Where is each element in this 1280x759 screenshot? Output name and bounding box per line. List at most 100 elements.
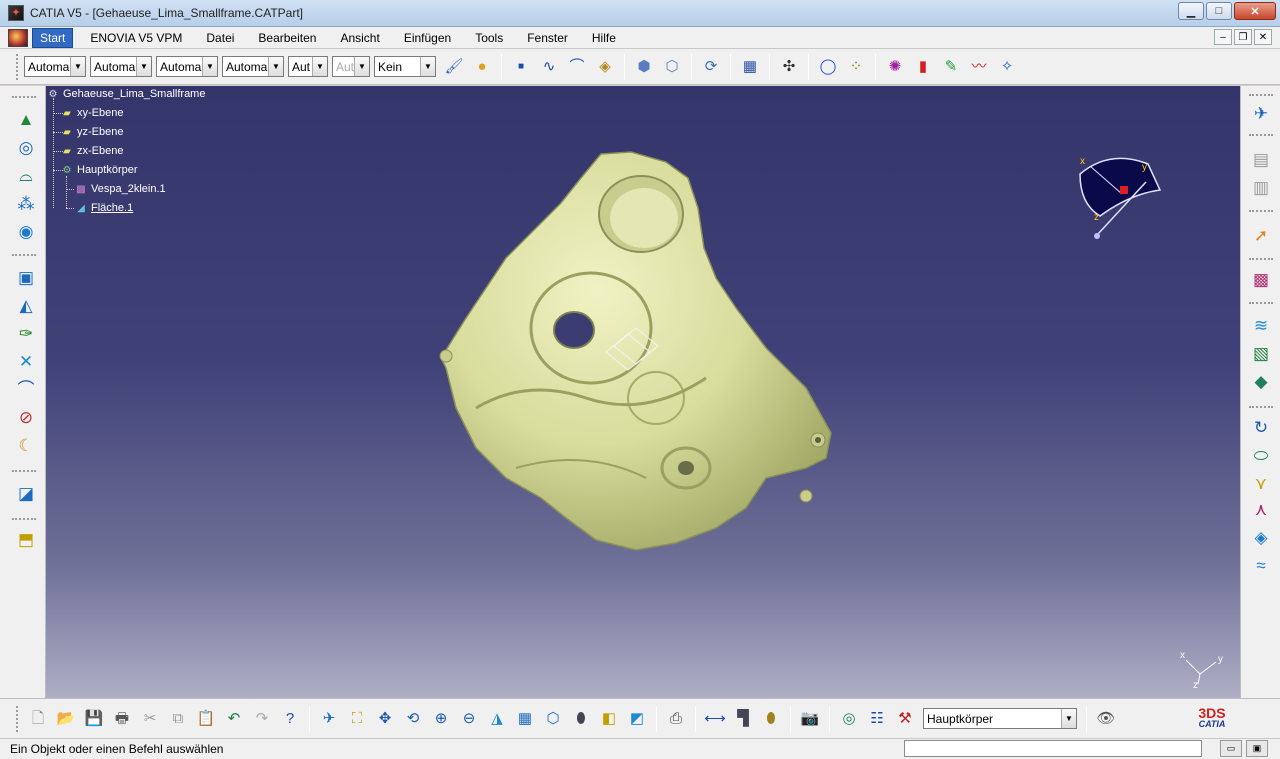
chevron-down-icon[interactable]: ▼ (70, 57, 85, 76)
workbench-logo-icon[interactable] (8, 28, 28, 47)
rotate-icon[interactable]: ⟲ (401, 707, 425, 731)
tree-node-xy-plane[interactable]: ▰ xy-Ebene (60, 105, 123, 121)
edit-icon[interactable]: ✑ (13, 320, 39, 346)
surface-check-icon[interactable]: ≋ (1248, 312, 1274, 338)
hide-show-icon[interactable]: ◧ (597, 707, 621, 731)
trim-icon[interactable]: ⊘ (13, 404, 39, 430)
swap-visible-icon[interactable]: ◩ (625, 707, 649, 731)
mdi-close-button[interactable]: ✕ (1254, 29, 1272, 45)
spline-icon[interactable]: ∿ (537, 55, 561, 79)
toolbar-grip[interactable] (1249, 210, 1273, 212)
menu-fenster[interactable]: Fenster (520, 29, 575, 47)
update-icon[interactable]: ⟳ (699, 55, 723, 79)
menu-tools[interactable]: Tools (468, 29, 510, 47)
save-icon[interactable]: 💾 (82, 707, 106, 731)
menu-datei[interactable]: Datei (199, 29, 241, 47)
sweep-icon[interactable]: ⌓ (13, 162, 39, 188)
close-button[interactable]: ✕ (1234, 2, 1276, 20)
surface-icon[interactable]: ▧ (1248, 340, 1274, 366)
line-weight-combo[interactable]: Automa ▼ (156, 56, 218, 77)
point-icon[interactable]: ■ (509, 55, 533, 79)
sphere-icon[interactable]: ◉ (13, 218, 39, 244)
light-icon[interactable]: ✧ (995, 55, 1019, 79)
undo-icon[interactable]: ↶ (222, 707, 246, 731)
toolbar-grip[interactable] (1249, 302, 1273, 304)
tree-node-mesh[interactable]: ▩ Vespa_2klein.1 (74, 181, 165, 197)
points-icon[interactable]: ⁂ (13, 190, 39, 216)
menu-start[interactable]: Start (32, 27, 74, 48)
toolbar-grip[interactable] (12, 518, 36, 520)
pointer-icon[interactable]: ➚ (1248, 222, 1274, 248)
catalog-icon[interactable]: ⎙ (664, 707, 688, 731)
chevron-down-icon[interactable]: ▼ (312, 57, 327, 76)
multi-view-icon[interactable]: ▦ (513, 707, 537, 731)
paste-icon[interactable]: 📋 (194, 707, 218, 731)
intersect-icon[interactable]: ✕ (13, 348, 39, 374)
transparency-combo[interactable]: Automa ▼ (90, 56, 152, 77)
shading-icon[interactable]: ⬮ (569, 707, 593, 731)
porcupine-icon[interactable]: 〰 (967, 55, 991, 79)
zoom-out-icon[interactable]: ⊖ (457, 707, 481, 731)
deviation-icon[interactable]: ≈ (1248, 552, 1274, 578)
fly-icon[interactable]: ✈ (1248, 100, 1274, 126)
toolbar-grip[interactable] (1249, 134, 1273, 136)
grid-icon[interactable]: ▦ (738, 55, 762, 79)
tree-expand-icon[interactable]: ☷ (865, 707, 889, 731)
capture-icon[interactable]: 📷 (798, 707, 822, 731)
print-icon[interactable]: 🖶 (110, 707, 134, 731)
tree-node-body[interactable]: ⚙ Hauptkörper (60, 162, 138, 178)
rough-offset-icon[interactable]: ◭ (13, 292, 39, 318)
status-window-icon[interactable]: ▭ (1220, 740, 1242, 757)
line-type-combo[interactable]: Automa ▼ (222, 56, 284, 77)
mesh-icon[interactable]: ▩ (1248, 266, 1274, 292)
fit-all-icon[interactable]: ⛶ (345, 707, 369, 731)
tree-root-node[interactable]: ⚙ Gehaeuse_Lima_Smallframe (46, 86, 206, 102)
cut-icon[interactable]: ✂ (138, 707, 162, 731)
iso-view-icon[interactable]: ⬡ (541, 707, 565, 731)
layer-combo[interactable]: Kein ▼ (374, 56, 436, 77)
pocket-icon[interactable]: ⬡ (660, 55, 684, 79)
blend-icon[interactable]: ⬭ (1248, 442, 1274, 468)
mdi-restore-button[interactable]: ❐ (1234, 29, 1252, 45)
toolbar-grip[interactable] (16, 53, 20, 80)
chevron-down-icon[interactable]: ▼ (202, 57, 217, 76)
toolbar-grip[interactable] (12, 254, 36, 256)
annotation-icon[interactable]: ⬒ (13, 526, 39, 552)
plane-icon[interactable]: ◪ (13, 480, 39, 506)
curvature-icon[interactable]: ↻ (1248, 414, 1274, 440)
current-body-combo[interactable]: Hauptkörper ▼ (923, 708, 1077, 729)
toolbar-grip[interactable] (12, 96, 36, 98)
define-work-object-icon[interactable]: ⚒ (893, 707, 917, 731)
point-symbol-combo[interactable]: Aut ▼ (288, 56, 328, 77)
3d-part-model[interactable] (386, 148, 846, 568)
3d-viewport[interactable]: ⚙ Gehaeuse_Lima_Smallframe ▰ xy-Ebene ▰ … (46, 86, 1240, 698)
redo-icon[interactable]: ↷ (250, 707, 274, 731)
fill-icon[interactable]: ◎ (13, 134, 39, 160)
chevron-down-icon[interactable]: ▼ (420, 57, 435, 76)
sketch-icon[interactable]: ▲ (13, 106, 39, 132)
toolbar-grip[interactable] (1249, 94, 1273, 96)
compass-handle-icon[interactable] (1120, 186, 1128, 194)
toolbar-grip[interactable] (12, 470, 36, 472)
compass-icon[interactable]: x y z (1070, 154, 1170, 244)
normal-view-icon[interactable]: ◮ (485, 707, 509, 731)
fillet-icon[interactable]: ☾ (13, 432, 39, 458)
analysis-icon[interactable]: ✺ (883, 55, 907, 79)
open-file-icon[interactable]: 📂 (54, 707, 78, 731)
offset-icon[interactable]: ◈ (593, 55, 617, 79)
catia-app-icon[interactable]: ✦ (8, 5, 24, 21)
chevron-down-icon[interactable]: ▼ (268, 57, 283, 76)
chevron-down-icon[interactable]: ▼ (1061, 709, 1076, 728)
extrude-surface-icon[interactable]: ⌒ (565, 55, 589, 79)
new-file-icon[interactable]: 🗋 (26, 707, 50, 731)
fly-mode-icon[interactable]: ✈ (317, 707, 341, 731)
highlight-icon[interactable]: ✎ (939, 55, 963, 79)
fold-icon[interactable]: ⋎ (1248, 470, 1274, 496)
snap-icon[interactable]: ✣ (777, 55, 801, 79)
tree-node-surface[interactable]: ◢ Fläche.1 (74, 200, 133, 216)
painter-icon[interactable]: 🖌 (442, 55, 466, 79)
extend-icon[interactable]: ⋏ (1248, 496, 1274, 522)
tree-node-zx-plane[interactable]: ▰ zx-Ebene (60, 143, 123, 159)
curve-icon[interactable]: ⌒ (13, 376, 39, 402)
free-form-icon[interactable]: ◯ (816, 55, 840, 79)
